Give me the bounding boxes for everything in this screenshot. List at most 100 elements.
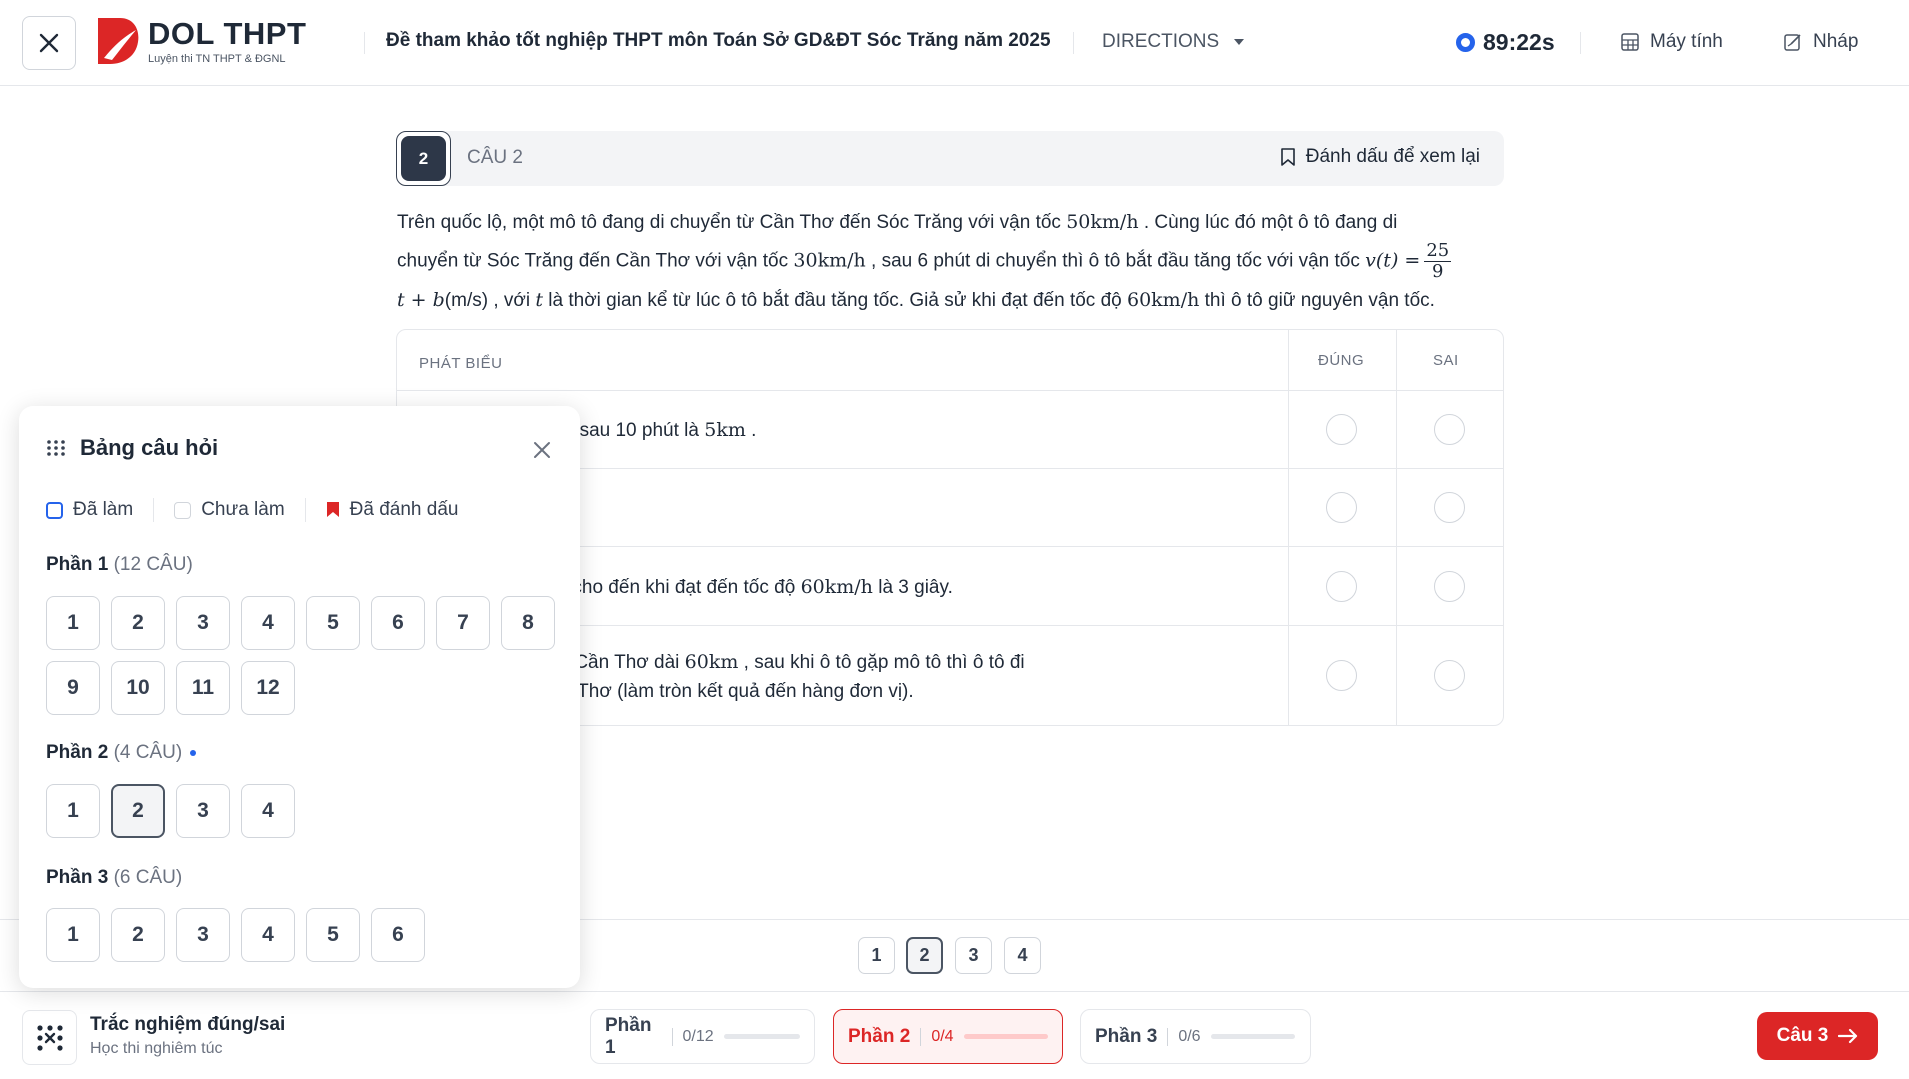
palette-question-1-11[interactable]: 11 <box>176 661 230 715</box>
palette-question-1-7[interactable]: 7 <box>436 596 490 650</box>
part-progress-bar <box>723 1034 800 1039</box>
palette-question-1-2[interactable]: 2 <box>111 596 165 650</box>
part-progress-bar <box>1210 1034 1295 1039</box>
directions-dropdown[interactable]: DIRECTIONS <box>1102 31 1245 53</box>
timer-value: 89:22s <box>1483 29 1555 55</box>
draft-button[interactable]: Nháp <box>1783 31 1858 53</box>
next-label: Câu 3 <box>1776 1025 1829 1046</box>
palette-question-1-1[interactable]: 1 <box>46 596 100 650</box>
grid-dots-icon <box>47 440 65 456</box>
calculator-label: Máy tính <box>1650 31 1723 52</box>
palette-question-1-6[interactable]: 6 <box>371 596 425 650</box>
legend-todo: Chưa làm <box>174 499 285 521</box>
part-progress: 0/4 <box>931 1027 954 1045</box>
todo-swatch <box>174 501 192 519</box>
done-swatch <box>46 501 63 519</box>
palette-question-3-1[interactable]: 1 <box>46 908 100 962</box>
close-button[interactable] <box>22 16 76 70</box>
edit-note-icon <box>1784 34 1801 51</box>
palette-title: Bảng câu hỏi <box>80 435 219 460</box>
question-palette-panel: Bảng câu hỏi Đã làm Chưa làm Đã đánh dấu… <box>19 406 580 988</box>
page-button-1[interactable]: 1 <box>858 937 895 974</box>
column-false: SAI <box>1433 352 1459 369</box>
mode-subtitle: Học thi nghiêm túc <box>90 1040 223 1057</box>
palette-question-1-8[interactable]: 8 <box>501 596 555 650</box>
calculator-button[interactable]: Máy tính <box>1620 31 1723 53</box>
palette-question-3-5[interactable]: 5 <box>306 908 360 962</box>
question-line-1: Trên quốc lộ, một mô tô đang di chuyển t… <box>397 211 1398 233</box>
top-bar: DOL THPT Luyện thi TN THPT & ĐGNL Đề tha… <box>0 0 1909 86</box>
palette-question-2-2[interactable]: 2 <box>111 784 165 838</box>
legend-flagged: Đã đánh dấu <box>326 499 458 521</box>
question-header: 2 CÂU 2 Đánh dấu để xem lại <box>396 131 1504 186</box>
grid-dots-icon <box>36 1024 63 1051</box>
legend-done: Đã làm <box>46 499 133 521</box>
calculator-icon <box>1621 33 1639 51</box>
draft-label: Nháp <box>1813 31 1859 52</box>
palette-question-1-9[interactable]: 9 <box>46 661 100 715</box>
palette-question-1-12[interactable]: 12 <box>241 661 295 715</box>
column-statement: PHÁT BIỂU <box>419 355 503 372</box>
mode-title: Trắc nghiệm đúng/sai <box>90 1014 286 1035</box>
question-palette-toggle[interactable] <box>22 1010 77 1065</box>
palette-question-2-4[interactable]: 4 <box>241 784 295 838</box>
palette-question-1-3[interactable]: 3 <box>176 596 230 650</box>
formula-fraction: 25 9 <box>1424 240 1452 282</box>
divider <box>364 32 365 54</box>
radio-false-d[interactable] <box>1434 660 1465 691</box>
page-button-3[interactable]: 3 <box>955 937 992 974</box>
palette-question-3-2[interactable]: 2 <box>111 908 165 962</box>
timer: 89:22s <box>1456 29 1555 56</box>
question-line-3: t + b(m/s) , với t là thời gian kể từ lú… <box>397 289 1435 311</box>
column-true: ĐÚNG <box>1318 352 1365 369</box>
part-progress: 0/6 <box>1178 1027 1201 1045</box>
timer-icon <box>1456 33 1475 52</box>
question-line-2: chuyển từ Sóc Trăng đến Cần Thơ với vận … <box>397 240 1452 282</box>
radio-true-c[interactable] <box>1326 571 1357 602</box>
radio-true-b[interactable] <box>1326 492 1357 523</box>
radio-true-a[interactable] <box>1326 414 1357 445</box>
exam-title: Đề tham khảo tốt nghiệp THPT môn Toán Sở… <box>386 30 1051 51</box>
current-section-dot <box>190 749 197 756</box>
radio-false-b[interactable] <box>1434 492 1465 523</box>
section-title-1: Phần 1 (12 CÂU) <box>46 554 193 575</box>
part-tab-3[interactable]: Phần 3 0/6 <box>1080 1009 1311 1064</box>
palette-question-3-4[interactable]: 4 <box>241 908 295 962</box>
question-label: CÂU 2 <box>467 147 523 168</box>
radio-true-d[interactable] <box>1326 660 1357 691</box>
part-tab-2[interactable]: Phần 2 0/4 <box>833 1009 1063 1064</box>
bookmark-icon <box>1280 148 1295 166</box>
table-header: PHÁT BIỂU ĐÚNG SAI <box>397 330 1503 391</box>
brand-name: DOL THPT <box>148 15 307 51</box>
close-icon[interactable] <box>532 440 552 460</box>
bookmark-label: Đánh dấu để xem lại <box>1305 146 1480 167</box>
page-button-2[interactable]: 2 <box>906 937 943 974</box>
palette-question-2-1[interactable]: 1 <box>46 784 100 838</box>
footer-bar: Trắc nghiệm đúng/sai Học thi nghiêm túc … <box>0 991 1909 1079</box>
palette-question-3-6[interactable]: 6 <box>371 908 425 962</box>
palette-question-3-3[interactable]: 3 <box>176 908 230 962</box>
brand-tagline: Luyện thi TN THPT & ĐGNL <box>148 52 286 65</box>
question-text: Trên quốc lộ, một mô tô đang di chuyển t… <box>397 204 1507 319</box>
radio-false-a[interactable] <box>1434 414 1465 445</box>
palette-legend: Đã làm Chưa làm Đã đánh dấu <box>46 498 458 522</box>
palette-question-1-5[interactable]: 5 <box>306 596 360 650</box>
divider <box>1073 32 1074 54</box>
palette-question-1-10[interactable]: 10 <box>111 661 165 715</box>
next-question-button[interactable]: Câu 3 <box>1757 1012 1878 1060</box>
bookmark-button[interactable]: Đánh dấu để xem lại <box>1280 146 1480 168</box>
arrow-right-icon <box>1838 1028 1858 1044</box>
close-icon <box>39 33 59 53</box>
palette-question-1-4[interactable]: 4 <box>241 596 295 650</box>
divider <box>1580 32 1581 54</box>
logo[interactable]: DOL THPT Luyện thi TN THPT & ĐGNL <box>96 16 306 66</box>
dol-logo-icon <box>98 18 139 64</box>
flag-icon <box>326 502 339 517</box>
directions-label: DIRECTIONS <box>1102 31 1220 52</box>
palette-question-2-3[interactable]: 3 <box>176 784 230 838</box>
part-progress-bar <box>963 1034 1048 1039</box>
radio-false-c[interactable] <box>1434 571 1465 602</box>
page-button-4[interactable]: 4 <box>1004 937 1041 974</box>
section-title-2: Phần 2 (4 CÂU) <box>46 742 197 764</box>
part-tab-1[interactable]: Phần 1 0/12 <box>590 1009 815 1064</box>
